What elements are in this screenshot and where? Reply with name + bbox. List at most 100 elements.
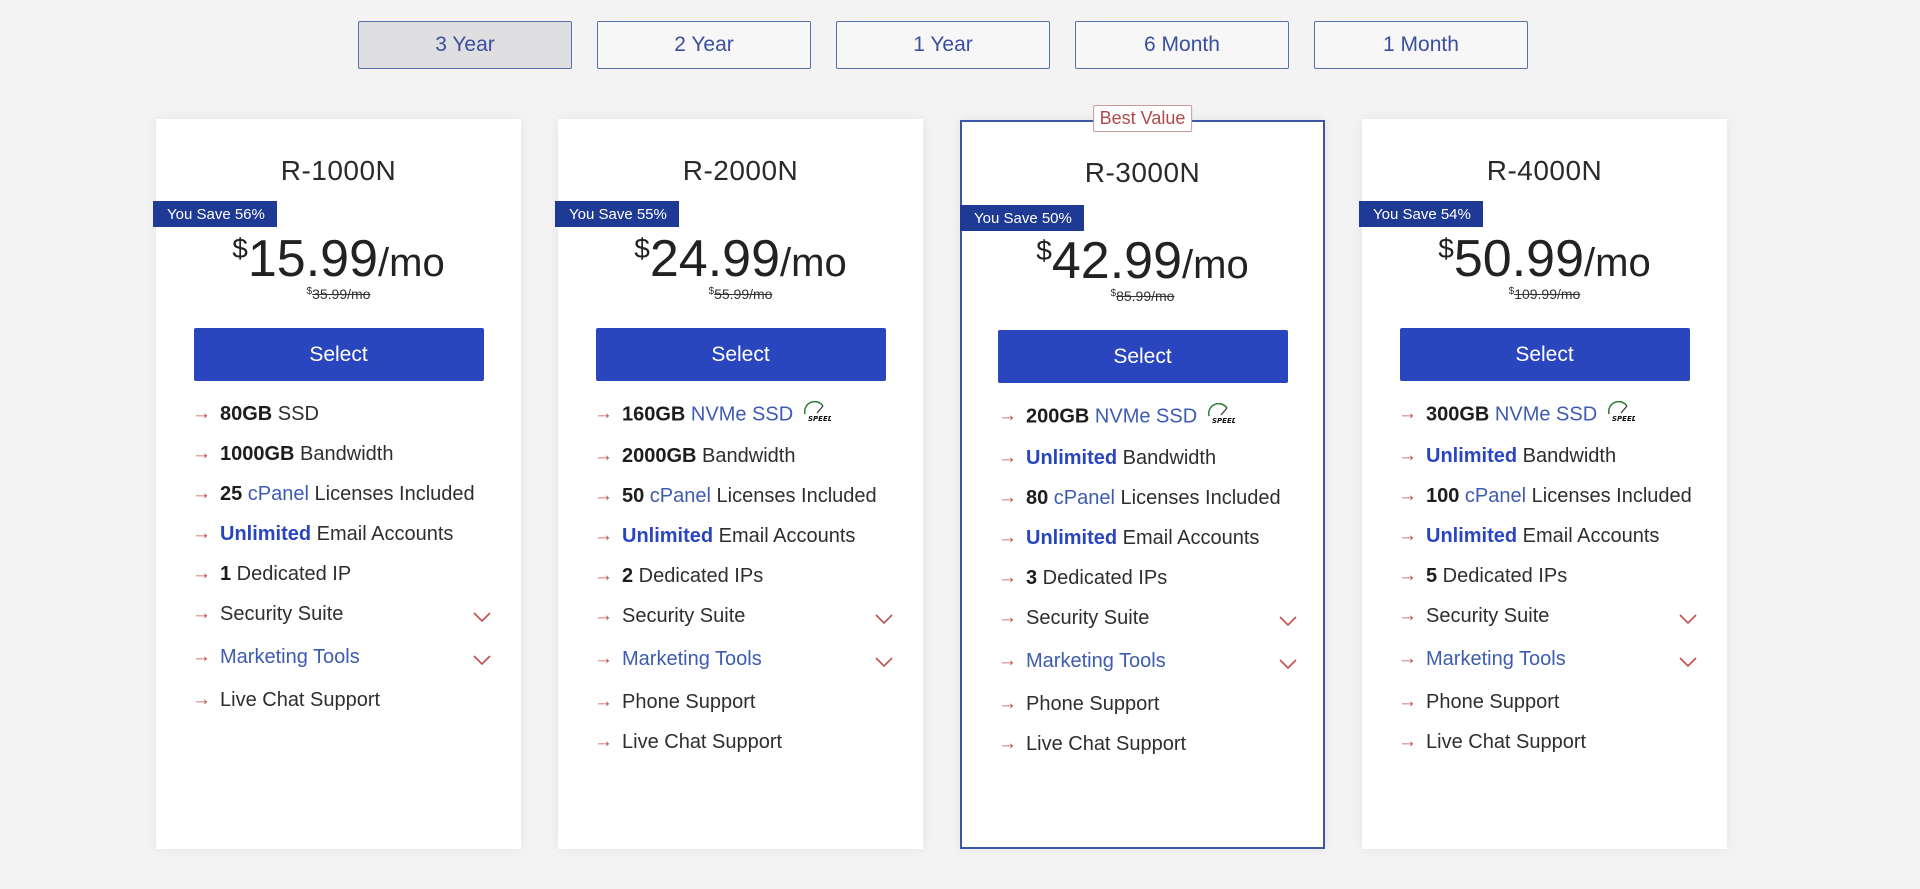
feature-item: → 300GB NVMe SSD SPEED [1398,400,1698,430]
tab-1-month[interactable]: 1 Month [1314,21,1528,69]
feature-expandable[interactable]: → Marketing Tools [998,647,1298,675]
feature-expandable[interactable]: → Security Suite [998,604,1298,632]
original-price: $109.99/mo [1362,286,1727,302]
feature-label: Live Chat Support [622,731,783,753]
speed-icon: SPEED [1605,400,1638,430]
chevron-down-icon[interactable] [1678,648,1698,676]
feature-label: Security Suite [1426,605,1550,627]
plan-card-r-2000n: R-2000N You Save 55% $24.99/mo $55.99/mo Sel… [555,119,923,849]
feature-link[interactable]: Marketing Tools [1026,650,1166,672]
feature-value: 100 [1426,485,1460,507]
arrow-right-icon: → [998,607,1017,628]
feature-item: → Unlimited Email Accounts [998,524,1298,552]
original-amount: 85.99/mo [1116,288,1175,304]
select-plan-button[interactable]: Select [193,328,484,381]
feature-link[interactable]: cPanel [1459,485,1526,507]
price-period: /mo [1584,241,1651,285]
price: $24.99/mo [558,233,923,285]
price-period: /mo [1182,243,1249,287]
feature-label: Live Chat Support [220,689,381,711]
arrow-right-icon: → [192,443,211,464]
feature-label: Bandwidth [1117,447,1217,469]
arrow-right-icon: → [1398,605,1417,626]
feature-label: Bandwidth [294,443,394,465]
feature-item: → 1000GB Bandwidth [192,440,492,468]
tab-2-year[interactable]: 2 Year [597,21,811,69]
arrow-right-icon: → [1398,565,1417,586]
feature-link[interactable]: cPanel [644,485,711,507]
feature-expandable[interactable]: → Marketing Tools [192,643,492,671]
tab-1-year[interactable]: 1 Year [836,21,1050,69]
feature-link[interactable]: NVMe SSD [1089,405,1197,427]
feature-value: 200GB [1026,405,1090,428]
feature-link[interactable]: NVMe SSD [1489,403,1597,425]
feature-link[interactable]: NVMe SSD [685,403,793,425]
chevron-down-icon[interactable] [472,603,492,631]
feature-label: Email Accounts [1517,525,1660,547]
arrow-right-icon: → [998,405,1017,426]
price: $15.99/mo [156,233,521,285]
feature-item: → 50 cPanel Licenses Included [594,482,894,510]
feature-link[interactable]: cPanel [1048,487,1115,509]
select-plan-button[interactable]: Select [1399,328,1690,381]
feature-link[interactable]: Marketing Tools [1426,648,1566,670]
chevron-down-icon[interactable] [1278,650,1298,678]
feature-item: → Live Chat Support [998,730,1298,758]
feature-label: Licenses Included [308,483,475,505]
arrow-right-icon: → [192,483,211,504]
chevron-down-icon[interactable] [1678,605,1698,633]
feature-value: Unlimited [1026,527,1118,549]
feature-item: → 2000GB Bandwidth [594,442,894,470]
arrow-right-icon: → [192,646,211,667]
feature-expandable[interactable]: → Security Suite [594,602,894,630]
plan-name: R-1000N [280,155,397,186]
arrow-right-icon: → [594,565,613,586]
arrow-right-icon: → [998,527,1017,548]
arrow-right-icon: → [998,567,1017,588]
feature-expandable[interactable]: → Security Suite [192,600,492,628]
select-plan-button[interactable]: Select [997,330,1288,383]
chevron-down-icon[interactable] [472,646,492,674]
arrow-right-icon: → [998,693,1017,714]
feature-label: Live Chat Support [1026,733,1187,755]
feature-label: Email Accounts [713,525,856,547]
feature-link[interactable]: Marketing Tools [220,646,360,668]
arrow-right-icon: → [192,523,211,544]
feature-item: → Live Chat Support [1398,728,1698,756]
feature-label: Email Accounts [311,523,454,545]
feature-label: Live Chat Support [1426,731,1587,753]
feature-expandable[interactable]: → Security Suite [1398,602,1698,630]
currency-symbol: $ [232,233,248,264]
plan-name: R-3000N [1084,157,1201,188]
feature-link[interactable]: Marketing Tools [622,648,762,670]
price-period: /mo [378,241,445,285]
tab-6-month[interactable]: 6 Month [1075,21,1289,69]
feature-label: Licenses Included [710,485,877,507]
tab-3-year[interactable]: 3 Year [358,21,572,69]
arrow-right-icon: → [1398,485,1417,506]
svg-text:SPEED: SPEED [808,415,831,422]
feature-item: → 1 Dedicated IP [192,560,492,588]
feature-expandable[interactable]: → Marketing Tools [1398,645,1698,673]
feature-item: → Phone Support [594,688,894,716]
price-amount: 50.99 [1453,230,1585,288]
chevron-down-icon[interactable] [1278,607,1298,635]
select-plan-button[interactable]: Select [595,328,886,381]
feature-value: Unlimited [622,525,714,547]
chevron-down-icon[interactable] [874,648,894,676]
feature-value: Unlimited [1426,525,1518,547]
feature-item: → Unlimited Email Accounts [594,522,894,550]
original-price: $85.99/mo [962,288,1323,304]
feature-link[interactable]: cPanel [242,483,309,505]
feature-item: → Unlimited Bandwidth [1398,442,1698,470]
feature-value: 80GB [220,403,273,425]
feature-expandable[interactable]: → Marketing Tools [594,645,894,673]
feature-item: → Live Chat Support [192,686,492,714]
original-amount: 55.99/mo [714,286,773,302]
feature-item: → 5 Dedicated IPs [1398,562,1698,590]
svg-text:SPEED: SPEED [1612,415,1635,422]
feature-list: → 80GB SSD → 1000GB Bandwidth → 25 cPanel Lic… [192,400,492,714]
currency-symbol: $ [1438,233,1454,264]
feature-value: 2000GB [622,445,697,467]
chevron-down-icon[interactable] [874,605,894,633]
